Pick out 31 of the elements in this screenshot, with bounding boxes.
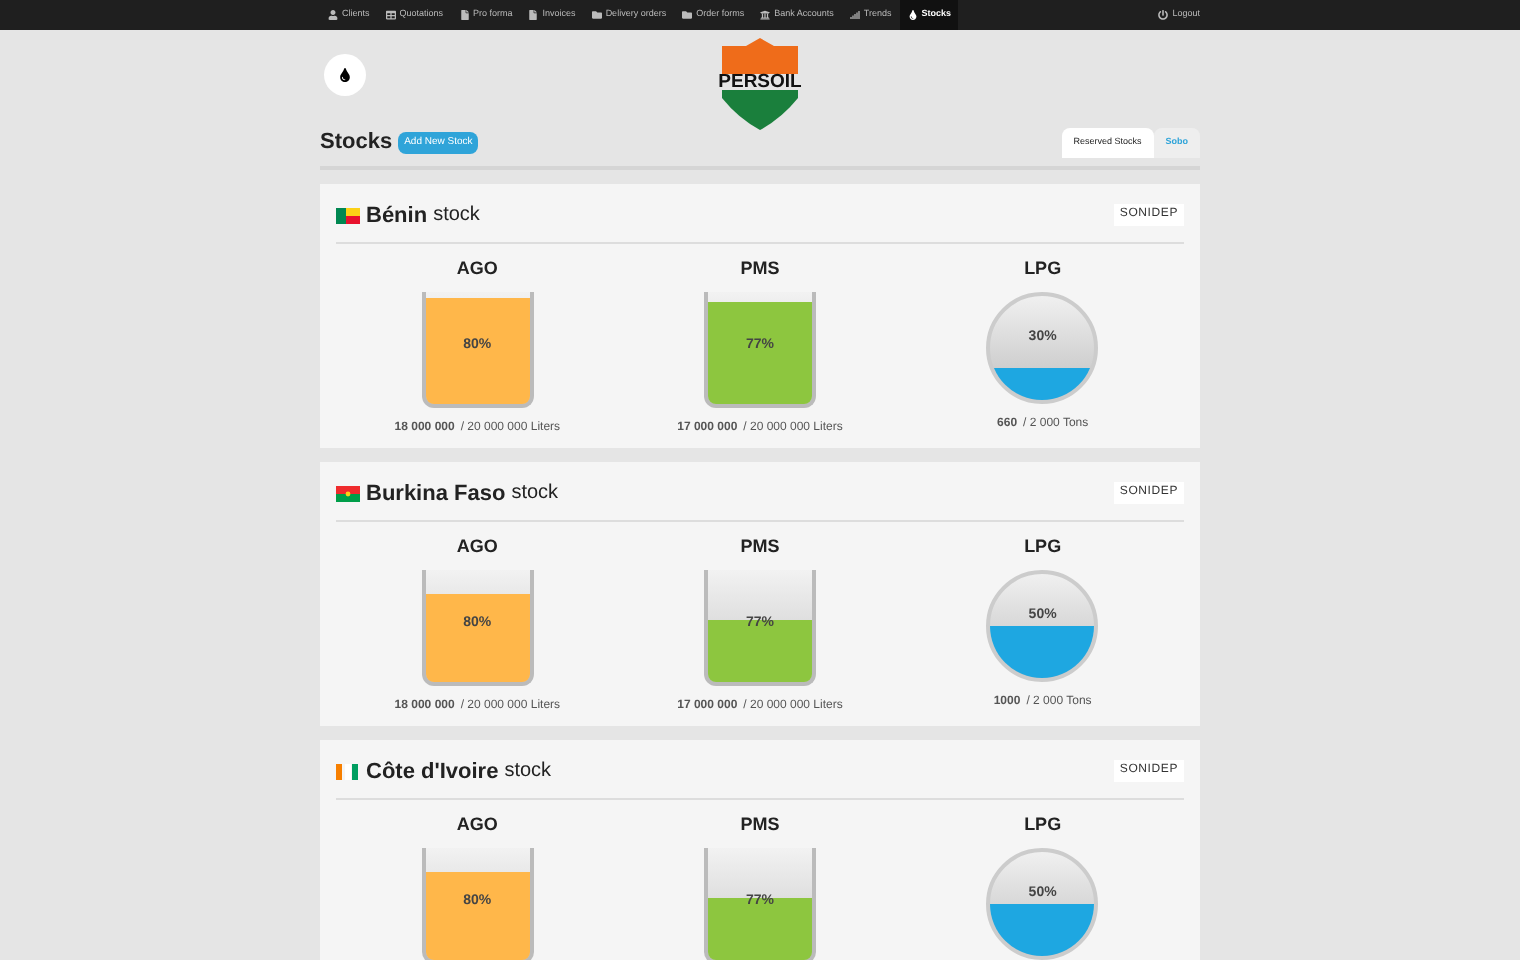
drop-icon [907,10,918,20]
stock-label: stock [504,758,552,787]
bar-chart-icon [849,10,860,20]
tank-title: AGO [456,534,498,560]
folder-icon [591,10,602,20]
tank-title: PMS [740,812,780,838]
country-name: Côte d'Ivoire [366,757,499,787]
tank-title: AGO [456,812,498,838]
document-icon [459,10,470,20]
page-title: Stocks [320,128,393,158]
drop-icon [338,68,352,82]
flag-icon [336,763,360,780]
flag-icon [336,207,360,224]
folder-icon [682,10,693,20]
bank-icon [760,10,771,20]
table-icon [385,10,396,20]
stock-label: stock [511,480,559,509]
tank-title: AGO [456,256,498,282]
tank-title: LPG [1024,812,1062,838]
tank-title: LPG [1024,534,1062,560]
tank-title: PMS [740,256,780,282]
country-name: Bénin [366,201,428,231]
stock-label: stock [433,202,480,231]
tank-title: LPG [1024,256,1062,282]
document-icon [528,10,539,20]
country-name: Burkina Faso [366,479,506,509]
logo: PERSOIL [710,38,810,130]
power-icon [1158,10,1169,20]
user-icon [328,10,338,20]
flag-icon [336,485,360,502]
tank-title: PMS [740,534,780,560]
